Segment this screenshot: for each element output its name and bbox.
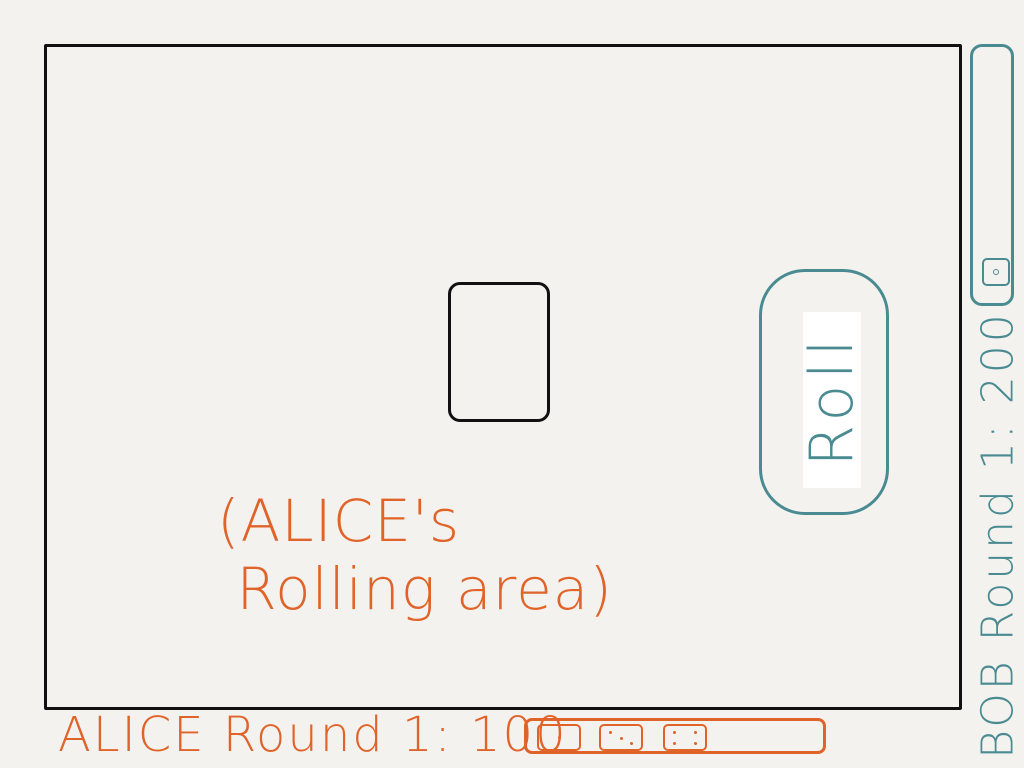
roll-button-label: Roll	[797, 333, 867, 467]
die-pip	[694, 731, 697, 734]
die-pip	[673, 742, 676, 745]
die-pip	[673, 731, 676, 734]
rolling-die[interactable]	[448, 282, 550, 422]
alice-tray-die	[663, 724, 707, 751]
die-pip	[630, 742, 633, 745]
die-pip	[620, 737, 623, 740]
bob-tray-die	[982, 258, 1010, 286]
bob-status-label: BOB Round 1: 200	[972, 311, 1024, 759]
alice-tray-die	[537, 724, 581, 751]
die-pip	[993, 269, 999, 275]
bob-dice-tray	[970, 44, 1014, 306]
die-pip	[609, 731, 612, 734]
rolling-area-label: (ALICE's Rolling area)	[217, 487, 613, 623]
alice-dice-tray	[524, 718, 826, 754]
roll-button-face: Roll	[793, 312, 867, 488]
die-pip	[694, 742, 697, 745]
roll-button[interactable]: Roll	[759, 269, 889, 515]
alice-rolling-area[interactable]: (ALICE's Rolling area) Roll	[44, 44, 962, 710]
alice-status-label: ALICE Round 1: 100	[58, 707, 568, 763]
alice-tray-die	[599, 724, 643, 751]
die-pip	[558, 736, 561, 739]
